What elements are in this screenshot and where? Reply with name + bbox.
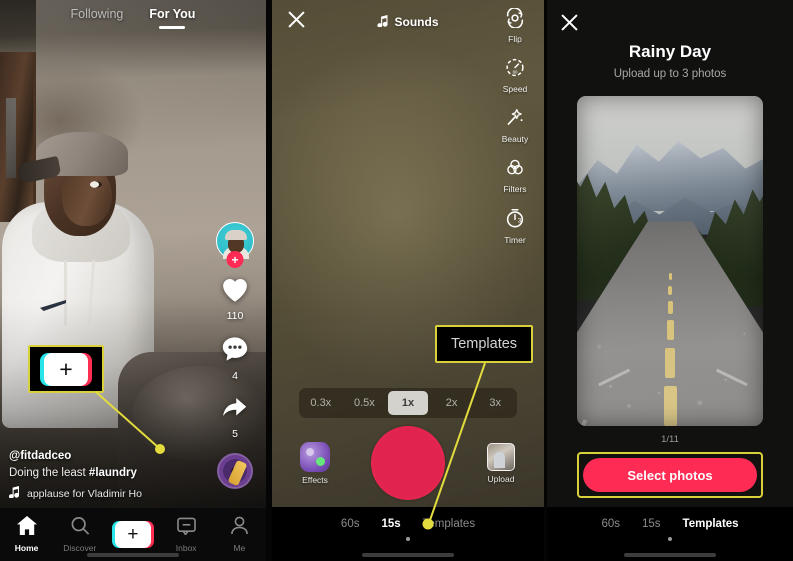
- tool-label-filters: Filters: [503, 184, 527, 194]
- nav-item-home[interactable]: Home: [2, 516, 52, 553]
- home-icon: [2, 516, 52, 540]
- highlight-create-button[interactable]: +: [28, 345, 104, 393]
- create-plus-icon-highlighted[interactable]: +: [40, 352, 92, 386]
- mode-templates[interactable]: Templates: [683, 518, 739, 530]
- mode-indicator-dot: [668, 537, 672, 541]
- sounds-label: Sounds: [394, 15, 439, 29]
- select-photos-button[interactable]: Select photos: [583, 458, 757, 492]
- feed-caption-block: @fitdadceo Doing the least #laundry appl…: [9, 450, 209, 501]
- tool-beauty[interactable]: Beauty: [492, 107, 538, 144]
- feed-top-tabs: Following For You: [0, 4, 266, 32]
- svg-text:60: 60: [513, 70, 518, 75]
- tool-timer[interactable]: 3 Timer: [492, 207, 538, 245]
- share-count: 5: [232, 428, 238, 440]
- svg-text:3: 3: [518, 218, 522, 225]
- mode-templates[interactable]: Templates: [423, 518, 475, 530]
- template-preview-image[interactable]: [577, 96, 763, 426]
- tool-label-speed: Speed: [502, 84, 528, 94]
- template-title: Rainy Day: [628, 42, 712, 61]
- mode-60s[interactable]: 60s: [341, 518, 360, 530]
- sounds-button[interactable]: Sounds: [377, 14, 439, 30]
- speed-option-05x[interactable]: 0.5x: [345, 391, 385, 415]
- music-title: applause for Vladimir Ho: [27, 487, 142, 500]
- home-indicator: [624, 553, 716, 557]
- nav-item-me[interactable]: Me: [214, 516, 264, 553]
- panel-tiktok-feed: Following For You + 110 4 5 @fitdadceo D…: [0, 0, 266, 561]
- like-button[interactable]: 110: [210, 274, 260, 322]
- comment-button[interactable]: 4: [210, 335, 260, 382]
- nav-item-inbox[interactable]: Inbox: [161, 517, 211, 553]
- creator-avatar[interactable]: +: [216, 222, 254, 268]
- close-icon[interactable]: [561, 14, 578, 36]
- speed-option-2x[interactable]: 2x: [432, 391, 472, 415]
- upload-thumbnail-icon: [487, 442, 515, 471]
- speed-option-3x[interactable]: 3x: [475, 391, 515, 415]
- mode-60s[interactable]: 60s: [601, 518, 620, 530]
- music-note-icon: [377, 14, 389, 30]
- search-icon: [55, 516, 105, 540]
- tool-label-flip: Flip: [508, 34, 522, 44]
- caption-text: Doing the least #laundry: [9, 467, 209, 479]
- tab-following[interactable]: Following: [69, 4, 126, 24]
- tab-for-you[interactable]: For You: [147, 4, 197, 32]
- speed-option-03x[interactable]: 0.3x: [301, 391, 341, 415]
- feed-action-rail: + 110 4 5: [210, 222, 260, 489]
- panel-template-detail: Rainy Day Upload up to 3 photos 1/11 Sel…: [547, 0, 793, 561]
- inbox-icon: [161, 517, 211, 540]
- panel-camera-recorder: Sounds Flip 60 Speed Beauty Filters 3 Ti…: [272, 0, 544, 561]
- template-subtitle: Upload up to 3 photos: [613, 68, 727, 80]
- tool-filters[interactable]: Filters: [492, 157, 538, 194]
- tool-flip[interactable]: Flip: [492, 7, 538, 44]
- mode-15s[interactable]: 15s: [381, 518, 400, 530]
- home-indicator: [87, 553, 179, 557]
- tool-label-beauty: Beauty: [501, 134, 529, 144]
- person-icon: [214, 516, 264, 540]
- speed-option-1x[interactable]: 1x: [388, 391, 428, 415]
- like-count: 110: [226, 310, 244, 322]
- camera-tool-rail: Flip 60 Speed Beauty Filters 3 Timer: [492, 7, 538, 258]
- caption-hashtag[interactable]: #laundry: [89, 467, 137, 479]
- home-indicator: [362, 553, 454, 557]
- music-disc-icon[interactable]: [217, 453, 253, 489]
- nav-item-create[interactable]: +: [108, 521, 158, 548]
- comment-count: 4: [232, 370, 238, 382]
- camera-bottom-controls: Effects Upload: [272, 419, 544, 507]
- caption-body: Doing the least: [9, 467, 89, 479]
- screenshot-stage: Following For You + 110 4 5 @fitdadceo D…: [0, 0, 793, 561]
- bottom-navigation-bar: Home Discover + Inbox Me: [0, 507, 266, 561]
- upload-label: Upload: [487, 473, 515, 484]
- record-button[interactable]: [371, 426, 445, 500]
- mode-15s[interactable]: 15s: [642, 518, 661, 530]
- music-row[interactable]: applause for Vladimir Ho: [9, 486, 185, 501]
- template-mode-bar: 60s 15s Templates: [547, 507, 793, 561]
- heart-icon: [210, 274, 260, 308]
- effects-button[interactable]: Effects: [292, 441, 338, 485]
- upload-button[interactable]: Upload: [478, 442, 524, 484]
- share-arrow-icon: [210, 395, 260, 426]
- speed-selector: 0.3x 0.5x 1x 2x 3x: [299, 388, 517, 418]
- effects-label: Effects: [302, 474, 328, 485]
- templates-callout-label: Templates: [450, 336, 518, 352]
- tool-speed[interactable]: 60 Speed: [492, 57, 538, 94]
- template-counter: 1/11: [661, 434, 679, 445]
- create-plus-icon[interactable]: +: [111, 521, 154, 548]
- nav-label-inbox: Inbox: [175, 542, 197, 553]
- templates-callout-box: Templates: [435, 325, 533, 363]
- camera-mode-bar: 60s 15s Templates: [272, 507, 544, 561]
- creator-username[interactable]: @fitdadceo: [9, 450, 209, 462]
- close-icon[interactable]: [288, 11, 305, 33]
- nav-item-discover[interactable]: Discover: [55, 516, 105, 553]
- nav-label-discover: Discover: [63, 543, 97, 553]
- effects-icon: [300, 441, 330, 472]
- highlight-select-photos: Select photos: [577, 452, 763, 498]
- follow-button[interactable]: +: [226, 251, 244, 268]
- nav-label-me: Me: [233, 543, 246, 553]
- share-button[interactable]: 5: [210, 395, 260, 440]
- music-note-icon: [9, 486, 20, 501]
- mode-indicator-dot: [406, 537, 410, 541]
- tool-label-timer: Timer: [504, 235, 526, 245]
- comment-icon: [210, 335, 260, 368]
- nav-label-home: Home: [14, 543, 39, 553]
